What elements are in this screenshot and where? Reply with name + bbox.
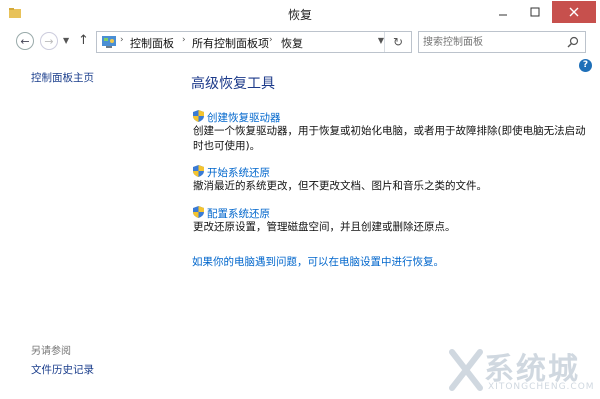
chevron-right-icon: ›: [120, 35, 124, 45]
chevron-right-icon: ›: [182, 35, 186, 45]
up-arrow-icon[interactable]: ↑: [78, 33, 89, 48]
uac-shield-icon: [193, 110, 204, 122]
refresh-icon: ↻: [392, 35, 404, 49]
breadcrumb-control-panel[interactable]: 控制面板: [130, 35, 174, 51]
search-icon[interactable]: [567, 36, 579, 48]
configure-system-restore-description: 更改还原设置，管理磁盘空间，并且创建或删除还原点。: [193, 221, 456, 233]
open-system-restore-description: 撤消最近的系统更改，但不更改文档、图片和音乐之类的文件。: [193, 180, 487, 192]
maximize-icon: [530, 7, 540, 17]
watermark: 系统城 XITONGCHENG.COM: [428, 344, 598, 396]
chevron-right-icon: ›: [269, 35, 273, 45]
pc-settings-recovery-link[interactable]: 如果你的电脑遇到问题，可以在电脑设置中进行恢复。: [192, 254, 444, 269]
breadcrumb-all-items[interactable]: 所有控制面板项: [192, 35, 269, 51]
control-panel-icon: [102, 36, 116, 48]
create-recovery-drive-link[interactable]: 创建恢复驱动器: [207, 110, 281, 125]
forward-arrow-icon: →: [44, 34, 54, 48]
page-title: 高级恢复工具: [191, 76, 275, 92]
close-button[interactable]: [552, 1, 596, 23]
back-arrow-icon: ←: [20, 34, 30, 48]
uac-shield-icon: [193, 165, 204, 177]
search-input[interactable]: [423, 34, 559, 50]
recent-pages-chevron-icon[interactable]: ▼: [63, 36, 69, 45]
watermark-logo-icon: [449, 349, 483, 391]
search-box[interactable]: [418, 31, 586, 53]
navigation-bar: ← → ▼ ↑ › 控制面板 › 所有控制面板项 › 恢复 ▼ ↻: [0, 28, 600, 56]
see-also-label: 另请参阅: [31, 346, 71, 357]
configure-system-restore-link[interactable]: 配置系统还原: [207, 206, 270, 221]
control-panel-home-link[interactable]: 控制面板主页: [31, 70, 94, 85]
maximize-button[interactable]: [520, 1, 550, 23]
minimize-button[interactable]: [488, 1, 518, 23]
breadcrumb-recovery[interactable]: 恢复: [281, 35, 303, 51]
open-system-restore-link[interactable]: 开始系统还原: [207, 165, 270, 180]
uac-shield-icon: [193, 206, 204, 218]
help-icon[interactable]: ?: [579, 59, 592, 72]
file-history-link[interactable]: 文件历史记录: [31, 362, 94, 377]
minimize-icon: [499, 14, 507, 16]
create-recovery-drive-description: 创建一个恢复驱动器，用于恢复或初始化电脑，或者用于故障排除(即使电脑无法启动时也…: [193, 125, 586, 152]
back-button[interactable]: ←: [16, 32, 34, 50]
refresh-button[interactable]: ↻: [384, 32, 411, 52]
close-icon: [569, 7, 579, 17]
address-bar[interactable]: › 控制面板 › 所有控制面板项 › 恢复 ▼ ↻: [96, 31, 412, 53]
forward-button[interactable]: →: [40, 32, 58, 50]
watermark-domain: XITONGCHENG.COM: [488, 382, 595, 392]
title-bar: 恢复: [0, 0, 600, 28]
